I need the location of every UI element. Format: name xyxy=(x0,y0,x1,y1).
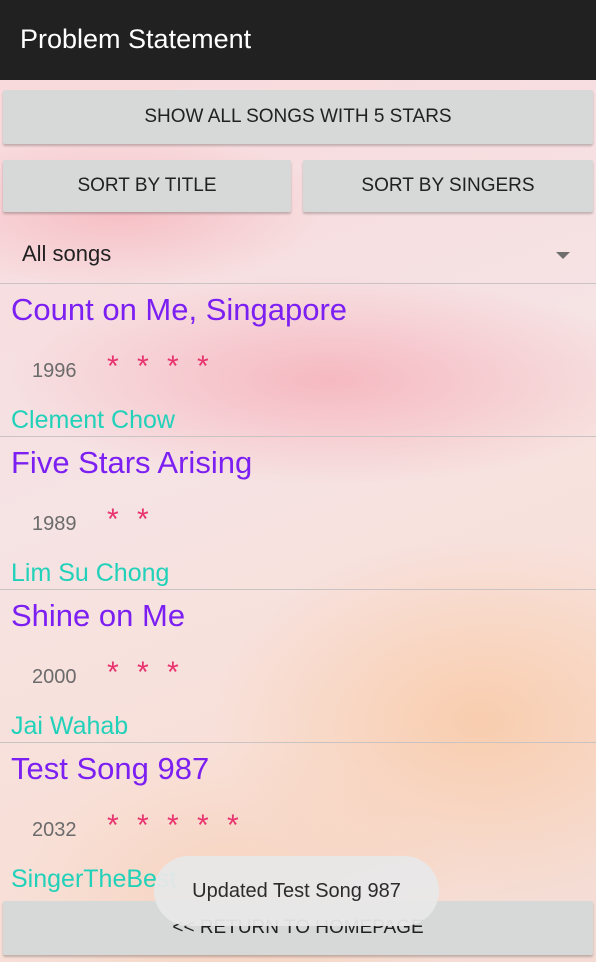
song-stars: * * * * xyxy=(107,350,214,383)
song-singer: Jai Wahab xyxy=(11,712,129,740)
show-five-star-songs-button[interactable]: SHOW ALL SONGS WITH 5 STARS xyxy=(3,90,593,144)
list-item[interactable]: Five Stars Arising 1989 * * Lim Su Chong xyxy=(0,436,596,589)
song-stars: * * * xyxy=(107,656,184,689)
song-stars: * * xyxy=(107,503,154,536)
toast-message: Updated Test Song 987 xyxy=(154,856,439,926)
song-singer: Clement Chow xyxy=(11,406,175,434)
app-bar: Problem Statement xyxy=(0,0,596,80)
dropdown-arrow-icon xyxy=(556,252,570,259)
sort-by-singers-button[interactable]: SORT BY SINGERS xyxy=(303,160,593,212)
song-singer: SingerTheBest xyxy=(11,865,177,893)
song-title: Five Stars Arising xyxy=(11,445,253,480)
app-title: Problem Statement xyxy=(20,24,252,54)
list-item[interactable]: Shine on Me 2000 * * * Jai Wahab xyxy=(0,589,596,742)
song-title: Test Song 987 xyxy=(11,751,210,786)
song-stars: * * * * * xyxy=(107,809,244,842)
song-singer: Lim Su Chong xyxy=(11,559,170,587)
song-year: 2032 xyxy=(32,819,77,841)
song-year: 1996 xyxy=(32,360,77,382)
filter-spinner[interactable]: All songs xyxy=(0,228,596,284)
sort-by-title-button[interactable]: SORT BY TITLE xyxy=(3,160,291,212)
song-list[interactable]: Count on Me, Singapore 1996 * * * * Clem… xyxy=(0,283,596,895)
list-item[interactable]: Count on Me, Singapore 1996 * * * * Clem… xyxy=(0,283,596,436)
song-year: 2000 xyxy=(32,666,77,688)
song-title: Shine on Me xyxy=(11,598,186,633)
filter-selected-value: All songs xyxy=(22,241,112,266)
song-title: Count on Me, Singapore xyxy=(11,292,348,327)
song-year: 1989 xyxy=(32,513,77,535)
